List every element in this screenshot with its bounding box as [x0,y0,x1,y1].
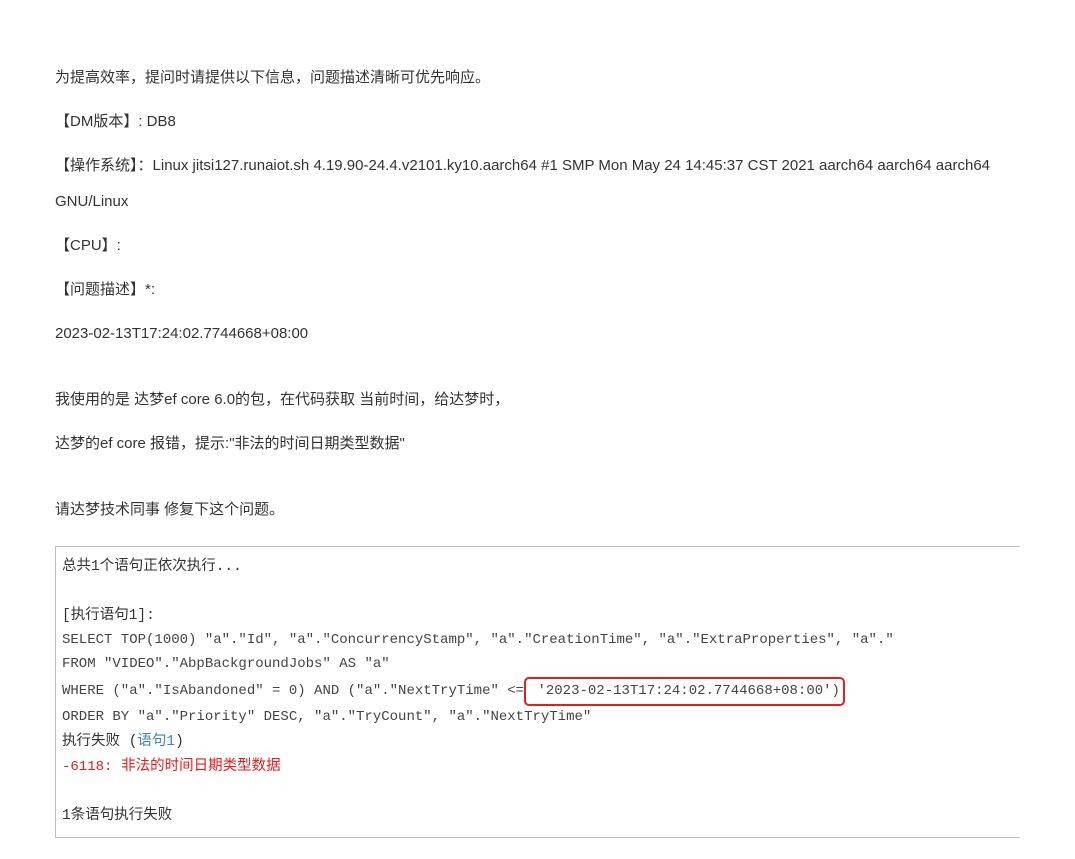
error-code: -6118: [62,759,112,775]
problem-label-line: 【问题描述】*: [55,272,1020,308]
desc-line-3: 请达梦技术同事 修复下这个问题。 [55,492,1020,528]
sql-select: SELECT TOP(1000) "a"."Id", "a"."Concurre… [62,629,1016,653]
document-content: 为提高效率，提问时请提供以下信息，问题描述清晰可优先响应。 【DM版本】: DB… [55,60,1020,838]
problem-suffix: *: [145,281,155,298]
blank-line-2 [62,780,1016,805]
fail-line: 执行失败 (语句1) [62,730,1016,755]
fail-prefix: 执行失败 ( [62,734,137,750]
dm-version-line: 【DM版本】: DB8 [55,104,1020,140]
os-value: ：Linux jitsi127.runaiot.sh 4.19.90-24.4.… [55,157,990,210]
timestamp-line: 2023-02-13T17:24:02.7744668+08:00 [55,316,1020,352]
statement-link[interactable]: 语句1 [137,734,175,750]
sql-output-block: 总共1个语句正依次执行... [执行语句1]: SELECT TOP(1000)… [55,546,1020,838]
dm-version-label: 【DM版本】 [55,113,138,130]
intro-text: 为提高效率，提问时请提供以下信息，问题描述清晰可优先响应。 [55,60,1020,96]
error-line: -6118: 非法的时间日期类型数据 [62,755,1016,780]
sql-where: WHERE ("a"."IsAbandoned" = 0) AND ("a"."… [62,677,1016,707]
os-label: 【操作系统】 [55,157,138,174]
code-header: 总共1个语句正依次执行... [62,555,1016,580]
sql-orderby: ORDER BY "a"."Priority" DESC, "a"."TryCo… [62,706,1016,730]
cpu-label: 【CPU】 [55,237,117,254]
blank-line [62,580,1016,605]
fail-suffix: ) [175,734,184,750]
os-line: 【操作系统】：Linux jitsi127.runaiot.sh 4.19.90… [55,148,1020,220]
sql-where-before: WHERE ("a"."IsAbandoned" = 0) AND ("a"."… [62,683,524,699]
desc-line-2: 达梦的ef core 报错，提示:"非法的时间日期类型数据" [55,426,1020,462]
problem-label: 【问题描述】 [55,281,145,298]
error-message: 非法的时间日期类型数据 [112,759,280,775]
exec-label: [执行语句1]: [62,604,1016,629]
desc-line-1: 我使用的是 达梦ef core 6.0的包，在代码获取 当前时间，给达梦时， [55,382,1020,418]
sql-from: FROM "VIDEO"."AbpBackgroundJobs" AS "a" [62,653,1016,677]
highlighted-datetime: '2023-02-13T17:24:02.7744668+08:00') [524,677,845,707]
dm-version-value: : DB8 [138,113,176,130]
code-footer: 1条语句执行失败 [62,804,1016,829]
cpu-value: : [117,237,121,254]
cpu-line: 【CPU】: [55,228,1020,264]
